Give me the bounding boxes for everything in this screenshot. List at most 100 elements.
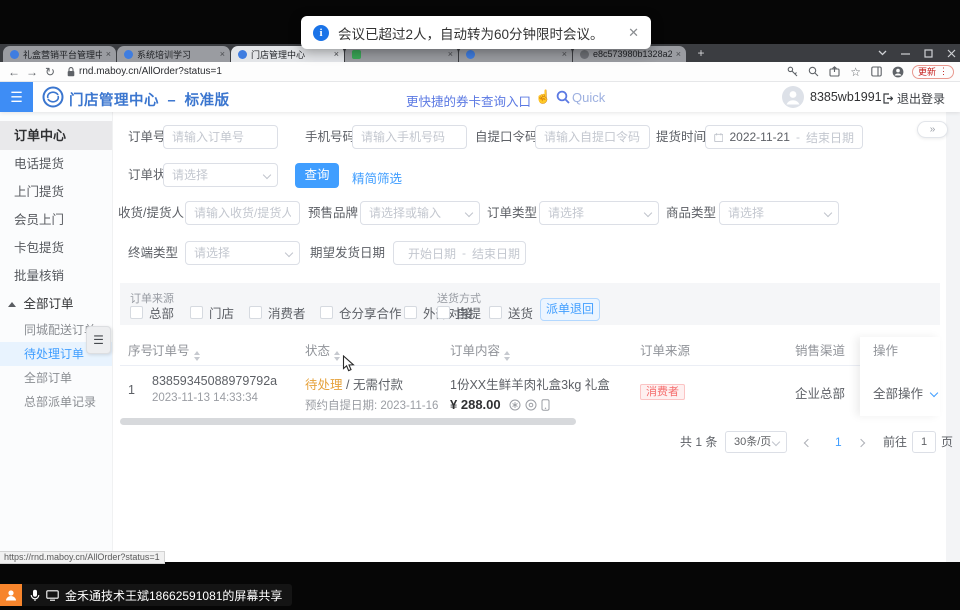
new-tab-button[interactable]: + (693, 46, 709, 62)
zoom-icon[interactable] (808, 66, 819, 77)
goto-page-input[interactable] (912, 431, 936, 453)
sidebar-item-phone-pickup[interactable]: 电话提货 (0, 150, 112, 178)
tab-close-icon[interactable]: × (334, 49, 339, 59)
browser-profile-icon[interactable] (892, 66, 904, 78)
window-menu-icon[interactable] (878, 50, 887, 56)
checkbox-source-warehouse-share[interactable]: 仓分享合作 (320, 303, 402, 322)
minimize-icon[interactable] (901, 49, 910, 58)
hamburger-menu-icon[interactable]: ☰ (0, 82, 33, 112)
prev-page-button[interactable] (805, 430, 811, 454)
ship-start-date[interactable]: 开始日期 (408, 245, 456, 262)
browser-update-button[interactable]: 更新 ⋮ (912, 65, 954, 79)
url-text[interactable]: rnd.maboy.cn/AllOrder?status=1 (79, 66, 222, 77)
simple-filter-link[interactable]: 精简筛选 (352, 168, 402, 187)
chevron-down-icon (285, 249, 293, 257)
checkbox-icon[interactable] (190, 306, 203, 319)
logout-button[interactable]: 退出登录 (882, 90, 945, 107)
tab-close-icon[interactable]: × (562, 49, 567, 59)
order-status-select[interactable]: 请选择 (163, 163, 278, 187)
pickup-time-range[interactable]: 2022-11-21 - 结束日期 (705, 125, 863, 149)
checkbox-icon[interactable] (437, 306, 450, 319)
tab-close-icon[interactable]: × (106, 49, 111, 59)
mouse-cursor (342, 355, 356, 373)
bookmark-star-icon[interactable]: ☆ (850, 65, 861, 79)
maximize-icon[interactable] (924, 49, 933, 58)
chevron-down-icon (263, 171, 271, 179)
microphone-icon[interactable] (30, 589, 40, 602)
checkbox-icon[interactable] (489, 306, 502, 319)
back-icon[interactable]: ← (5, 65, 23, 79)
checkbox-icon[interactable] (130, 306, 143, 319)
lock-icon (67, 67, 75, 77)
sharer-avatar-icon (0, 584, 22, 606)
filter-collapse-button[interactable]: » (917, 121, 948, 138)
more-icon[interactable]: ⋮ (939, 66, 948, 77)
sort-icon[interactable] (504, 351, 510, 361)
order-type-select[interactable]: 请选择 (539, 201, 659, 225)
col-order-no[interactable]: 订单号 (152, 337, 200, 366)
checkbox-source-consumer[interactable]: 消费者 (249, 303, 306, 322)
forward-icon[interactable]: → (23, 65, 41, 79)
brand-select[interactable]: 请选择或输入 (360, 201, 480, 225)
col-status[interactable]: 状态 (305, 337, 340, 366)
pickup-start-date[interactable]: 2022-11-21 (729, 130, 790, 144)
current-page-number[interactable]: 1 (835, 430, 842, 454)
sidebar-item-batch-verify[interactable]: 批量核销 (0, 262, 112, 290)
row-action-dropdown[interactable]: 全部操作 (873, 383, 937, 402)
tab-close-icon[interactable]: × (448, 49, 453, 59)
reload-icon[interactable]: ↻ (41, 65, 59, 79)
sort-icon[interactable] (334, 351, 340, 361)
checkbox-icon[interactable] (320, 306, 333, 319)
terminal-type-select[interactable]: 请选择 (185, 241, 300, 265)
quick-search-icon[interactable] (556, 90, 570, 104)
sidebar-item-door-pickup[interactable]: 上门提货 (0, 178, 112, 206)
tab-favicon (352, 50, 361, 59)
checkbox-source-store[interactable]: 门店 (190, 303, 234, 322)
share-icon[interactable] (829, 66, 840, 77)
toast-close-icon[interactable]: ✕ (628, 25, 639, 41)
sidebar-group-all-orders[interactable]: 全部订单 (0, 290, 112, 318)
sort-icon[interactable] (194, 351, 200, 361)
phone-label: 手机号码 (305, 125, 355, 149)
screen-icon[interactable] (46, 590, 59, 601)
sidebar-item-hq-dispatch-records[interactable]: 总部派单记录 (0, 390, 112, 414)
user-avatar[interactable] (782, 86, 804, 108)
ship-end-date[interactable]: 结束日期 (472, 245, 520, 262)
key-icon[interactable] (787, 66, 798, 77)
side-panel-icon[interactable] (871, 66, 882, 77)
tab-close-icon[interactable]: × (220, 49, 225, 59)
coupon-query-entry-link[interactable]: 更快捷的券卡查询入口 (406, 91, 531, 110)
checkbox-icon[interactable] (404, 306, 417, 319)
app-page: ☰ 门店管理中心 – 标准版 更快捷的券卡查询入口 ☝ Quick 8385wb… (0, 82, 960, 562)
scrollbar-thumb[interactable] (120, 418, 576, 425)
sidebar-item-card-pickup[interactable]: 卡包提货 (0, 234, 112, 262)
col-content[interactable]: 订单内容 (450, 337, 510, 366)
username-text[interactable]: 8385wb1991 (810, 90, 882, 104)
checkbox-delivery-deliver[interactable]: 送货 (489, 303, 533, 322)
sidebar-collapse-handle[interactable]: ☰ (86, 326, 111, 354)
browser-tab-1[interactable]: 礼盒营销平台管理中心 × (3, 46, 116, 62)
checkbox-icon[interactable] (249, 306, 262, 319)
pickup-end-date[interactable]: 结束日期 (806, 129, 854, 146)
tab-close-icon[interactable]: × (676, 49, 681, 59)
close-window-icon[interactable] (947, 49, 956, 58)
receiver-input[interactable] (185, 201, 300, 225)
horizontal-scrollbar[interactable] (120, 418, 940, 425)
ship-date-range[interactable]: 开始日期 - 结束日期 (393, 241, 526, 265)
phone-input[interactable] (352, 125, 467, 149)
checkbox-delivery-selfpickup[interactable]: 自提 (437, 303, 481, 322)
checkbox-source-hq[interactable]: 总部 (130, 303, 174, 322)
sidebar-item-member-visit[interactable]: 会员上门 (0, 206, 112, 234)
browser-tab-2[interactable]: 系统培训学习 × (117, 46, 230, 62)
sidebar-item-all-orders[interactable]: 全部订单 (0, 366, 112, 390)
fixed-action-column: 操作 全部操作 (860, 337, 940, 416)
query-button[interactable]: 查询 (295, 163, 339, 188)
page-size-select[interactable]: 30条/页 (725, 431, 787, 453)
pickup-code-input[interactable] (535, 125, 650, 149)
table-row[interactable]: 1 83859345088979792a 2023-11-13 14:33:34… (120, 366, 940, 416)
order-no-input[interactable] (163, 125, 278, 149)
dispatch-return-button[interactable]: 派单退回 (540, 298, 600, 321)
quick-label[interactable]: Quick (572, 90, 605, 105)
goods-type-select[interactable]: 请选择 (719, 201, 839, 225)
next-page-button[interactable] (858, 430, 864, 454)
